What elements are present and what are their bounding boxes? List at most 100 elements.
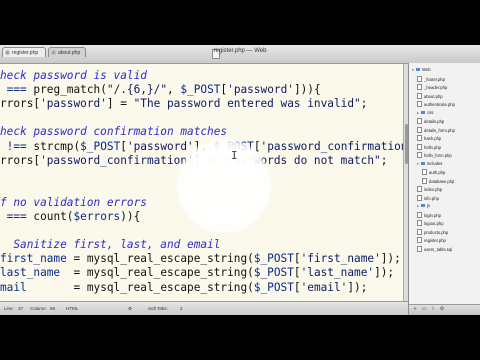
- code-editor[interactable]: heck password is valid === preg_match("/…: [0, 64, 403, 301]
- code-line[interactable]: rrors['password'] = "The password entere…: [0, 97, 367, 111]
- code-token: [: [253, 139, 261, 153]
- tree-item-label: info.php: [424, 195, 439, 201]
- tree-file[interactable]: hash.php: [417, 135, 442, 141]
- code-token: mysql_real_escape_string(: [86, 252, 254, 266]
- code-line[interactable]: === count($errors)){: [0, 210, 141, 224]
- code-token: =: [66, 252, 87, 266]
- code-line[interactable]: mail = mysql_real_escape_string($_POST['…: [0, 281, 367, 295]
- tree-item-label: logout.php: [424, 221, 444, 226]
- code-token: ;: [360, 97, 368, 111]
- code-token: [: [120, 139, 127, 153]
- tree-file[interactable]: about.php: [417, 92, 443, 99]
- code-token: "The password entered was invalid": [133, 97, 361, 111]
- file-icon: [417, 186, 422, 192]
- tab-mode-selector[interactable]: Soft Tabs:: [148, 306, 168, 311]
- code-token: heck password is valid: [0, 69, 147, 82]
- tree-file[interactable]: logout.php: [417, 220, 444, 226]
- textmate-window: × register.php × about.php register.php …: [0, 45, 480, 315]
- file-icon: [417, 237, 422, 243]
- tree-item-label: hello.php: [424, 144, 441, 150]
- code-line[interactable]: !== strcmp($_POST['password'], $_POST['p…: [0, 140, 403, 154]
- code-line[interactable]: heck password confirmation matches: [0, 125, 227, 139]
- folder-icon: [416, 68, 420, 71]
- code-token: ,: [167, 83, 181, 97]
- window-title: register.php — Web: [213, 48, 267, 54]
- tree-file[interactable]: _footer.php: [417, 75, 445, 82]
- tree-file[interactable]: hello_form.php: [417, 152, 452, 158]
- code-line[interactable]: f no validation errors: [0, 196, 147, 210]
- tree-folder[interactable]: ▸ js: [417, 203, 430, 208]
- tree-folder[interactable]: ▾ Web: [412, 67, 431, 72]
- code-line[interactable]: heck password is valid: [0, 69, 147, 83]
- tree-item-label: hash.php: [424, 136, 442, 141]
- file-icon: [417, 194, 422, 201]
- tree-file[interactable]: info.php: [417, 194, 439, 201]
- code-token: f no validation errors: [0, 195, 147, 209]
- status-column-number: 69: [50, 306, 56, 311]
- code-line[interactable]: Sanitize first, last, and email: [0, 238, 220, 252]
- code-line[interactable]: === preg_match("/.{6,}/", $_POST['passwo…: [0, 83, 321, 97]
- gear-icon[interactable]: ⚙: [439, 307, 445, 312]
- code-line[interactable]: last_name = mysql_real_escape_string($_P…: [0, 266, 394, 280]
- tree-file[interactable]: index.php: [417, 186, 442, 192]
- letterbox-bottom: [0, 315, 480, 360]
- code-token: =: [26, 280, 87, 294]
- file-icon: [417, 152, 422, 158]
- code-token: $_POST: [253, 280, 294, 294]
- code-token: 'password': [227, 83, 294, 97]
- folder-icon: [421, 161, 425, 165]
- tree-item-label: _header.php: [424, 85, 448, 90]
- tab-size-value: 2: [180, 306, 183, 311]
- code-token: $errors: [73, 210, 121, 223]
- code-token: mysql_real_escape_string(: [86, 280, 254, 294]
- code-token: $_POST: [80, 139, 121, 153]
- code-token: ]);: [380, 252, 401, 266]
- info-icon[interactable]: i: [430, 307, 436, 312]
- tree-file[interactable]: details.php: [417, 118, 444, 124]
- tree-item-label: auth.php: [429, 170, 446, 175]
- file-icon: [417, 211, 422, 218]
- code-token: "/.{6,}/": [106, 83, 168, 97]
- tree-item-label: database.php: [429, 178, 455, 184]
- tree-file[interactable]: users_table.sql: [417, 245, 452, 252]
- status-line-number: 37: [18, 306, 24, 311]
- code-token: $_POST: [253, 266, 294, 280]
- status-bar: Line: 37 Column: 69 HTML ⚙ Soft Tabs: 2: [0, 301, 408, 315]
- code-line[interactable]: rrors['password_confirmation'] = "Passwo…: [0, 154, 387, 168]
- folder-add-icon[interactable]: ▭: [421, 307, 427, 312]
- code-token: [: [293, 266, 301, 280]
- tree-file[interactable]: _header.php: [417, 84, 448, 90]
- tree-file[interactable]: details_form.php: [417, 126, 455, 133]
- tree-file[interactable]: database.php: [422, 177, 455, 184]
- tree-file[interactable]: auth.php: [422, 169, 446, 175]
- title-bar[interactable]: × register.php × about.php register.php …: [0, 45, 480, 64]
- add-icon[interactable]: +: [412, 307, 418, 312]
- status-line-label: Line:: [4, 306, 14, 311]
- tree-item-label: authenticate.php: [424, 102, 455, 107]
- file-icon: [417, 75, 422, 82]
- code-token: 'password_confirmation': [40, 153, 194, 167]
- code-line[interactable]: first_name = mysql_real_escape_string($_…: [0, 252, 401, 266]
- tree-item-label: register.php: [424, 238, 446, 243]
- file-icon: [417, 143, 422, 150]
- tree-file[interactable]: hello.php: [417, 143, 441, 150]
- file-icon: [417, 220, 422, 226]
- tree-folder[interactable]: ▸ css: [417, 110, 433, 115]
- code-token: count(: [33, 210, 74, 223]
- drawer-toolbar: + ▭ i ⚙: [409, 304, 480, 315]
- tree-item-label: products.php: [424, 229, 449, 235]
- tree-file[interactable]: register.php: [417, 237, 446, 243]
- code-token: first_name: [0, 252, 67, 266]
- file-icon: [417, 245, 422, 252]
- tree-item-label: _footer.php: [424, 76, 445, 82]
- language-selector[interactable]: HTML: [66, 306, 78, 311]
- tree-file[interactable]: products.php: [417, 228, 449, 235]
- tree-file[interactable]: authenticate.php: [417, 101, 455, 107]
- project-drawer: ▾ Web _footer.php _header.php about.php authe…: [408, 63, 480, 315]
- tree-folder[interactable]: ▾ includes: [417, 161, 442, 166]
- code-token: !==: [0, 139, 34, 153]
- gear-icon[interactable]: ⚙: [128, 306, 132, 312]
- tree-item-label: login.php: [424, 212, 441, 218]
- tree-file[interactable]: login.php: [417, 211, 441, 218]
- code-token: [: [293, 280, 301, 294]
